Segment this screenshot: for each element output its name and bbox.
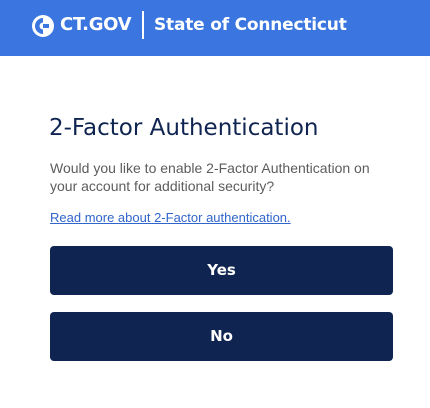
brand-name[interactable]: CT.GOV (60, 14, 132, 36)
yes-button[interactable]: Yes (50, 246, 393, 295)
brand-divider (142, 11, 144, 39)
state-name: State of Connecticut (154, 15, 347, 35)
read-more-link[interactable]: Read more about 2-Factor authentication. (50, 210, 291, 226)
description-text: Would you like to enable 2-Factor Authen… (50, 160, 370, 194)
page-title: 2-Factor Authentication (49, 115, 319, 141)
site-header: CT.GOV State of Connecticut (0, 0, 430, 56)
no-button[interactable]: No (50, 312, 393, 361)
ct-gov-logo-icon[interactable] (31, 14, 55, 38)
